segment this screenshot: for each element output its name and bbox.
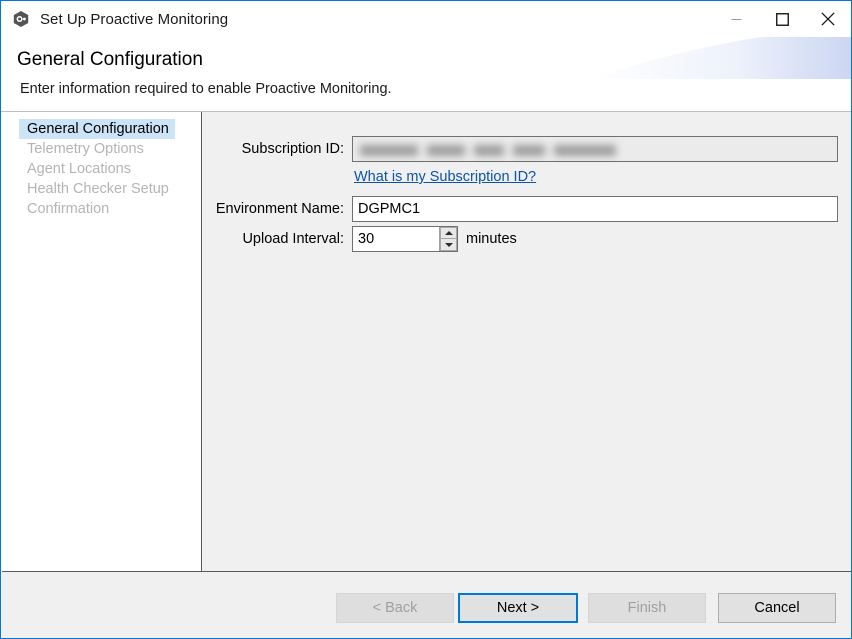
sidebar-item-confirmation: Confirmation	[19, 199, 189, 219]
upload-interval-label: Upload Interval:	[202, 231, 344, 247]
next-button[interactable]: Next >	[458, 593, 578, 623]
sidebar-item-agent-locations: Agent Locations	[19, 159, 189, 179]
environment-name-field[interactable]	[352, 196, 838, 222]
header-divider	[1, 111, 851, 112]
wizard-footer: < Back Next > Finish Cancel	[2, 572, 851, 638]
wizard-window: Set Up Proactive Monitoring General Conf…	[0, 0, 852, 639]
wizard-step-list: General Configuration Telemetry Options …	[2, 112, 202, 572]
form-panel: Subscription ID: What is my Subscription…	[202, 112, 852, 572]
title-bar: Set Up Proactive Monitoring	[1, 1, 851, 37]
close-icon[interactable]	[805, 1, 851, 37]
subscription-id-help-link[interactable]: What is my Subscription ID?	[354, 169, 536, 185]
app-hexagon-icon	[12, 10, 30, 28]
window-controls	[713, 1, 851, 37]
back-button[interactable]: < Back	[336, 593, 454, 623]
cancel-button[interactable]: Cancel	[718, 593, 836, 623]
window-title: Set Up Proactive Monitoring	[40, 11, 228, 28]
page-header: General Configuration Enter information …	[2, 37, 851, 111]
sidebar-item-health-checker-setup: Health Checker Setup	[19, 179, 189, 199]
page-title: General Configuration	[17, 49, 203, 71]
maximize-icon[interactable]	[759, 1, 805, 37]
subscription-id-field[interactable]	[352, 136, 838, 162]
sidebar-item-general-configuration[interactable]: General Configuration	[19, 119, 175, 139]
subscription-id-label: Subscription ID:	[202, 141, 344, 157]
arrow-up-icon[interactable]	[440, 227, 457, 239]
environment-name-label: Environment Name:	[202, 201, 344, 217]
wizard-body: General Configuration Telemetry Options …	[2, 112, 852, 572]
arrow-down-icon[interactable]	[440, 239, 457, 251]
page-subtitle: Enter information required to enable Pro…	[20, 81, 392, 97]
minimize-icon[interactable]	[713, 1, 759, 37]
finish-button[interactable]: Finish	[588, 593, 706, 623]
sidebar-item-telemetry-options: Telemetry Options	[19, 139, 189, 159]
upload-interval-spinner	[352, 226, 458, 252]
upload-interval-units: minutes	[466, 231, 517, 247]
